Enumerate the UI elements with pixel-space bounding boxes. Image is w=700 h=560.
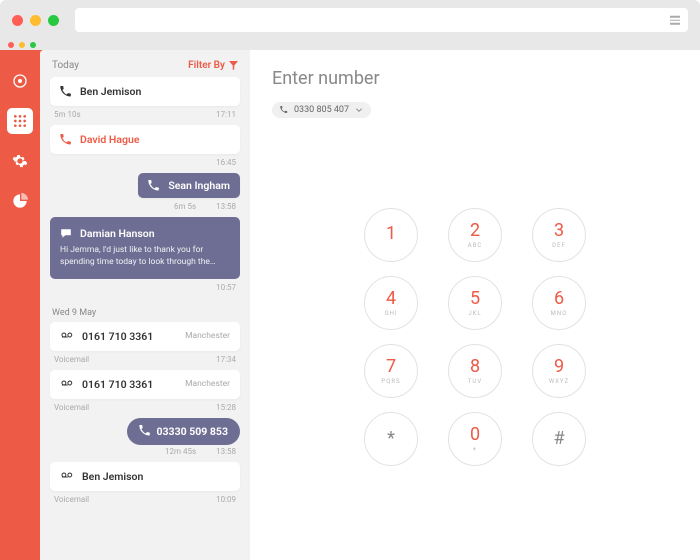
nav-rail bbox=[0, 50, 40, 560]
voicemail-item[interactable]: Ben Jemison bbox=[50, 462, 240, 491]
call-item-inbound[interactable]: 03330 509 853 bbox=[127, 418, 241, 445]
call-time: 16:45 bbox=[216, 158, 236, 167]
call-log-pane: Today Filter By Ben Jemison 5m 10s 17:11 bbox=[40, 50, 250, 560]
key-2[interactable]: 2ABC bbox=[448, 208, 502, 262]
chat-icon bbox=[60, 228, 72, 240]
key-5[interactable]: 5JKL bbox=[448, 276, 502, 330]
key-9[interactable]: 9WXYZ bbox=[532, 344, 586, 398]
vm-time: 15:28 bbox=[216, 403, 236, 412]
caller-number: 0161 710 3361 bbox=[82, 330, 153, 343]
url-bar[interactable] bbox=[75, 8, 688, 32]
caller-name: Ben Jemison bbox=[80, 85, 141, 98]
caller-name: Sean Ingham bbox=[168, 179, 230, 192]
hamburger-icon[interactable] bbox=[670, 16, 680, 25]
phone-out-icon bbox=[60, 86, 72, 98]
filter-label: Filter By bbox=[188, 60, 225, 71]
caller-name: Ben Jemison bbox=[82, 470, 143, 483]
sender-name: Damian Hanson bbox=[80, 227, 155, 240]
window-minimize[interactable] bbox=[30, 15, 41, 26]
filter-icon bbox=[229, 61, 238, 70]
vm-status: Voicemail bbox=[54, 355, 89, 364]
log-list[interactable]: Ben Jemison 5m 10s 17:11 David Hague 16:… bbox=[40, 77, 250, 560]
voicemail-item[interactable]: 0161 710 3361 Manchester bbox=[50, 322, 240, 351]
vm-status: Voicemail bbox=[54, 495, 89, 504]
app-maximize[interactable] bbox=[30, 42, 36, 48]
key-0[interactable]: 0+ bbox=[448, 412, 502, 466]
app-close[interactable] bbox=[8, 42, 14, 48]
logo-icon[interactable] bbox=[7, 68, 33, 94]
gear-icon[interactable] bbox=[7, 148, 33, 174]
window-maximize[interactable] bbox=[48, 15, 59, 26]
caller-name: David Hague bbox=[80, 133, 139, 146]
phone-in-icon bbox=[139, 425, 151, 437]
call-item-inbound[interactable]: Sean Ingham bbox=[138, 173, 240, 198]
voicemail-icon bbox=[60, 379, 74, 389]
key-star[interactable]: * bbox=[364, 412, 418, 466]
call-duration: 5m 10s bbox=[54, 110, 81, 119]
keypad: 1 2ABC 3DEF 4GHI 5JKL 6MNO 7PQRS 8TUV 9W… bbox=[272, 208, 678, 466]
call-duration: 6m 5s bbox=[174, 202, 196, 211]
call-item[interactable]: David Hague bbox=[50, 125, 240, 154]
log-section-date: Wed 9 May bbox=[52, 308, 240, 318]
msg-time: 10:57 bbox=[216, 283, 236, 292]
voicemail-icon bbox=[60, 331, 74, 341]
key-6[interactable]: 6MNO bbox=[532, 276, 586, 330]
key-hash[interactable]: # bbox=[532, 412, 586, 466]
call-time: 17:11 bbox=[216, 110, 236, 119]
call-time: 13:58 bbox=[216, 202, 236, 211]
dialer-pane: Enter number 0330 805 407 1 2ABC 3DEF 4G… bbox=[250, 50, 700, 560]
dialpad-icon[interactable] bbox=[7, 108, 33, 134]
phone-missed-icon bbox=[60, 134, 72, 146]
phone-in-icon bbox=[148, 180, 160, 192]
dialer-title: Enter number bbox=[272, 68, 678, 89]
call-item[interactable]: Ben Jemison bbox=[50, 77, 240, 106]
app-titlebar bbox=[0, 40, 700, 50]
key-3[interactable]: 3DEF bbox=[532, 208, 586, 262]
chart-icon[interactable] bbox=[7, 188, 33, 214]
selected-number: 0330 805 407 bbox=[294, 105, 349, 115]
message-item[interactable]: Damian Hanson Hi Jemma, I'd just like to… bbox=[50, 217, 240, 279]
app-minimize[interactable] bbox=[19, 42, 25, 48]
key-7[interactable]: 7PQRS bbox=[364, 344, 418, 398]
traffic-lights bbox=[12, 15, 59, 26]
log-section-today: Today bbox=[52, 60, 79, 71]
phone-icon bbox=[280, 106, 288, 114]
key-4[interactable]: 4GHI bbox=[364, 276, 418, 330]
vm-time: 10:09 bbox=[216, 495, 236, 504]
message-preview: Hi Jemma, I'd just like to thank you for… bbox=[60, 245, 230, 269]
key-8[interactable]: 8TUV bbox=[448, 344, 502, 398]
voicemail-item[interactable]: 0161 710 3361 Manchester bbox=[50, 370, 240, 399]
window-close[interactable] bbox=[12, 15, 23, 26]
caller-number: 03330 509 853 bbox=[157, 425, 229, 438]
vm-time: 17:34 bbox=[216, 355, 236, 364]
selected-number-dropdown[interactable]: 0330 805 407 bbox=[272, 102, 371, 118]
caller-location: Manchester bbox=[185, 331, 230, 341]
key-1[interactable]: 1 bbox=[364, 208, 418, 262]
caller-number: 0161 710 3361 bbox=[82, 378, 153, 391]
vm-status: Voicemail bbox=[54, 403, 89, 412]
voicemail-icon bbox=[60, 471, 74, 481]
browser-chrome bbox=[0, 0, 700, 40]
caller-location: Manchester bbox=[185, 379, 230, 389]
filter-button[interactable]: Filter By bbox=[188, 60, 238, 71]
call-time: 13:58 bbox=[216, 447, 236, 456]
call-duration: 12m 45s bbox=[165, 447, 196, 456]
chevron-down-icon bbox=[355, 106, 363, 114]
